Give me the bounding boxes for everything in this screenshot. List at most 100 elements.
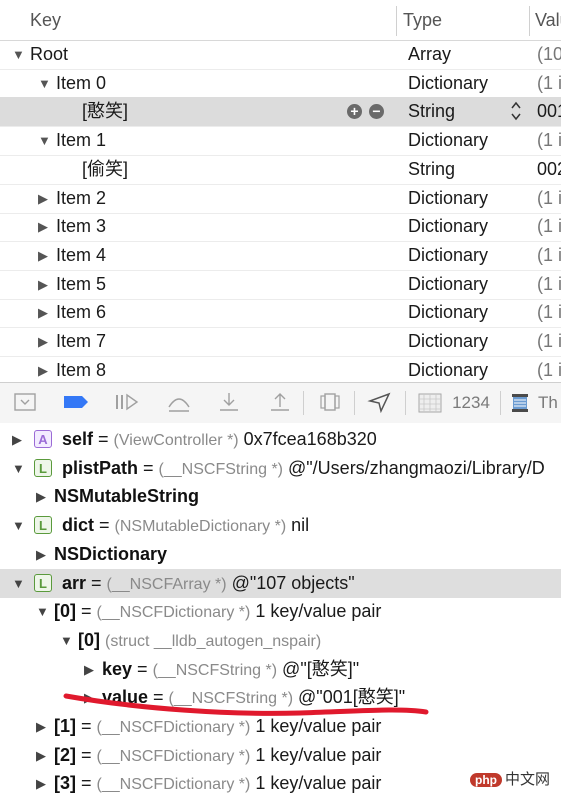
disclosure-collapsed-icon[interactable]: ▶ bbox=[84, 655, 94, 684]
variable-row[interactable]: ▶ [1] = (__NSCFDictionary *) 1 key/value … bbox=[0, 712, 561, 741]
plist-key[interactable]: Item 5 bbox=[56, 270, 106, 299]
variable-row[interactable]: ▶ NSDictionary bbox=[0, 540, 561, 569]
plist-row[interactable]: ▶ Item 3 Dictionary (1 i bbox=[0, 212, 561, 243]
disclosure-expanded-icon[interactable]: ▼ bbox=[60, 626, 73, 655]
variable-row[interactable]: ▶ key = (__NSCFString *) @"[憨笑]" bbox=[0, 655, 561, 684]
key-column-header[interactable]: Key bbox=[30, 10, 61, 31]
plist-row[interactable]: ▶ Item 2 Dictionary (1 i bbox=[0, 184, 561, 214]
disclosure-collapsed-icon[interactable]: ▶ bbox=[38, 270, 48, 299]
plist-row[interactable]: ▼ Root Array (10 bbox=[0, 40, 561, 70]
plist-key[interactable]: Root bbox=[30, 40, 68, 69]
plist-row[interactable]: [偷笑] String 002 bbox=[0, 155, 561, 185]
column-divider[interactable] bbox=[396, 6, 397, 36]
plist-key[interactable]: Item 0 bbox=[56, 69, 106, 98]
step-out-icon[interactable] bbox=[266, 391, 294, 415]
variable-row[interactable]: ▼ [0] (struct __lldb_autogen_nspair) bbox=[0, 626, 561, 655]
plist-value[interactable]: 002 bbox=[537, 155, 561, 184]
plist-key[interactable]: Item 1 bbox=[56, 126, 106, 155]
plist-key[interactable]: Item 7 bbox=[56, 327, 106, 356]
variable-row[interactable]: ▶ [2] = (__NSCFDictionary *) 1 key/value … bbox=[0, 741, 561, 770]
disclosure-expanded-icon[interactable]: ▼ bbox=[12, 569, 25, 598]
step-over-icon[interactable] bbox=[165, 391, 193, 415]
plist-type[interactable]: Dictionary bbox=[408, 298, 488, 327]
continue-icon[interactable] bbox=[112, 391, 142, 415]
plist-key[interactable]: [偷笑] bbox=[82, 155, 128, 184]
variable-row[interactable]: ▶ value = (__NSCFString *) @"001[憨笑]" bbox=[0, 683, 561, 712]
plist-row[interactable]: ▶ Item 8 Dictionary (1 i bbox=[0, 356, 561, 382]
type-column-header[interactable]: Type bbox=[403, 10, 442, 31]
disclosure-collapsed-icon[interactable]: ▶ bbox=[38, 327, 48, 356]
plist-type[interactable]: Dictionary bbox=[408, 126, 488, 155]
remove-item-icon[interactable]: − bbox=[369, 104, 384, 120]
variable-row[interactable]: ▼ Larr = (__NSCFArray *) @"107 objects" bbox=[0, 568, 561, 598]
column-divider[interactable] bbox=[529, 6, 530, 36]
plist-key[interactable]: Item 3 bbox=[56, 212, 106, 241]
disclosure-collapsed-icon[interactable]: ▶ bbox=[36, 741, 46, 770]
plist-value[interactable]: (10 bbox=[537, 40, 561, 69]
disclosure-expanded-icon[interactable]: ▼ bbox=[12, 511, 25, 540]
plist-key[interactable]: Item 6 bbox=[56, 298, 106, 327]
disclosure-collapsed-icon[interactable]: ▶ bbox=[38, 356, 48, 382]
plist-value[interactable]: (1 i bbox=[537, 126, 561, 155]
plist-type[interactable]: Dictionary bbox=[408, 69, 488, 98]
plist-type[interactable]: Dictionary bbox=[408, 184, 488, 213]
view-hierarchy-icon[interactable] bbox=[316, 391, 344, 415]
plist-value[interactable]: (1 i bbox=[537, 327, 561, 356]
plist-value[interactable]: 001 bbox=[537, 97, 561, 126]
variable-row[interactable]: ▼ Ldict = (NSMutableDictionary *) nil bbox=[0, 511, 561, 540]
frame-icon[interactable] bbox=[415, 391, 445, 415]
disclosure-collapsed-icon[interactable]: ▶ bbox=[36, 769, 46, 798]
plist-value[interactable]: (1 i bbox=[537, 69, 561, 98]
plist-key[interactable]: [憨笑] bbox=[82, 97, 128, 126]
disclosure-expanded-icon[interactable]: ▼ bbox=[12, 454, 25, 483]
plist-value[interactable]: (1 i bbox=[537, 184, 561, 213]
disclosure-collapsed-icon[interactable]: ▶ bbox=[38, 184, 48, 213]
disclosure-collapsed-icon[interactable]: ▶ bbox=[12, 425, 22, 454]
plist-row[interactable]: ▼ Item 0 Dictionary (1 i bbox=[0, 69, 561, 99]
variable-row[interactable]: ▶ NSMutableString bbox=[0, 482, 561, 511]
plist-key[interactable]: Item 4 bbox=[56, 241, 106, 270]
plist-key[interactable]: Item 2 bbox=[56, 184, 106, 213]
plist-value[interactable]: (1 i bbox=[537, 270, 561, 299]
plist-type[interactable]: Dictionary bbox=[408, 327, 488, 356]
plist-type[interactable]: String bbox=[408, 155, 455, 184]
disclosure-expanded-icon[interactable]: ▼ bbox=[36, 597, 49, 626]
plist-value[interactable]: (1 i bbox=[537, 356, 561, 382]
plist-type[interactable]: Dictionary bbox=[408, 356, 488, 382]
variable-row[interactable]: ▶ Aself = (ViewController *) 0x7fcea168b3… bbox=[0, 425, 561, 454]
plist-row[interactable]: ▶ Item 6 Dictionary (1 i bbox=[0, 298, 561, 329]
value-column-header[interactable]: Valu bbox=[535, 10, 561, 31]
disclosure-collapsed-icon[interactable]: ▶ bbox=[84, 683, 94, 712]
plist-row[interactable]: ▶ Item 5 Dictionary (1 i bbox=[0, 270, 561, 300]
plist-row[interactable]: ▶ Item 7 Dictionary (1 i bbox=[0, 327, 561, 357]
disclosure-expanded-icon[interactable]: ▼ bbox=[38, 126, 51, 155]
disclosure-collapsed-icon[interactable]: ▶ bbox=[36, 712, 46, 741]
disclosure-expanded-icon[interactable]: ▼ bbox=[12, 40, 25, 69]
hide-panel-icon[interactable] bbox=[12, 391, 38, 415]
plist-type[interactable]: Dictionary bbox=[408, 270, 488, 299]
breakpoint-icon[interactable] bbox=[62, 391, 90, 415]
variable-row[interactable]: ▼ [0] = (__NSCFDictionary *) 1 key/value … bbox=[0, 597, 561, 626]
step-into-icon[interactable] bbox=[215, 391, 243, 415]
type-stepper-icon[interactable] bbox=[510, 99, 522, 127]
thread-icon[interactable] bbox=[508, 391, 532, 415]
plist-row[interactable]: ▼ Item 1 Dictionary (1 i bbox=[0, 126, 561, 157]
disclosure-expanded-icon[interactable]: ▼ bbox=[38, 69, 51, 98]
disclosure-collapsed-icon[interactable]: ▶ bbox=[38, 298, 48, 327]
plist-value[interactable]: (1 i bbox=[537, 241, 561, 270]
plist-row[interactable]: [憨笑] +− String 001 bbox=[0, 97, 561, 128]
disclosure-collapsed-icon[interactable]: ▶ bbox=[36, 540, 46, 569]
plist-value[interactable]: (1 i bbox=[537, 298, 561, 327]
location-icon[interactable] bbox=[366, 391, 394, 415]
disclosure-collapsed-icon[interactable]: ▶ bbox=[38, 212, 48, 241]
thread-selector[interactable]: Th bbox=[538, 391, 561, 415]
plist-type[interactable]: String bbox=[408, 97, 455, 126]
plist-type[interactable]: Array bbox=[408, 40, 451, 69]
plist-type[interactable]: Dictionary bbox=[408, 212, 488, 241]
variable-row[interactable]: ▼ LplistPath = (__NSCFString *) @"/Users/… bbox=[0, 454, 561, 483]
add-item-icon[interactable]: + bbox=[347, 104, 362, 120]
disclosure-collapsed-icon[interactable]: ▶ bbox=[36, 482, 46, 511]
frame-selector[interactable]: 1234 bbox=[449, 391, 493, 415]
plist-row[interactable]: ▶ Item 4 Dictionary (1 i bbox=[0, 241, 561, 271]
plist-value[interactable]: (1 i bbox=[537, 212, 561, 241]
